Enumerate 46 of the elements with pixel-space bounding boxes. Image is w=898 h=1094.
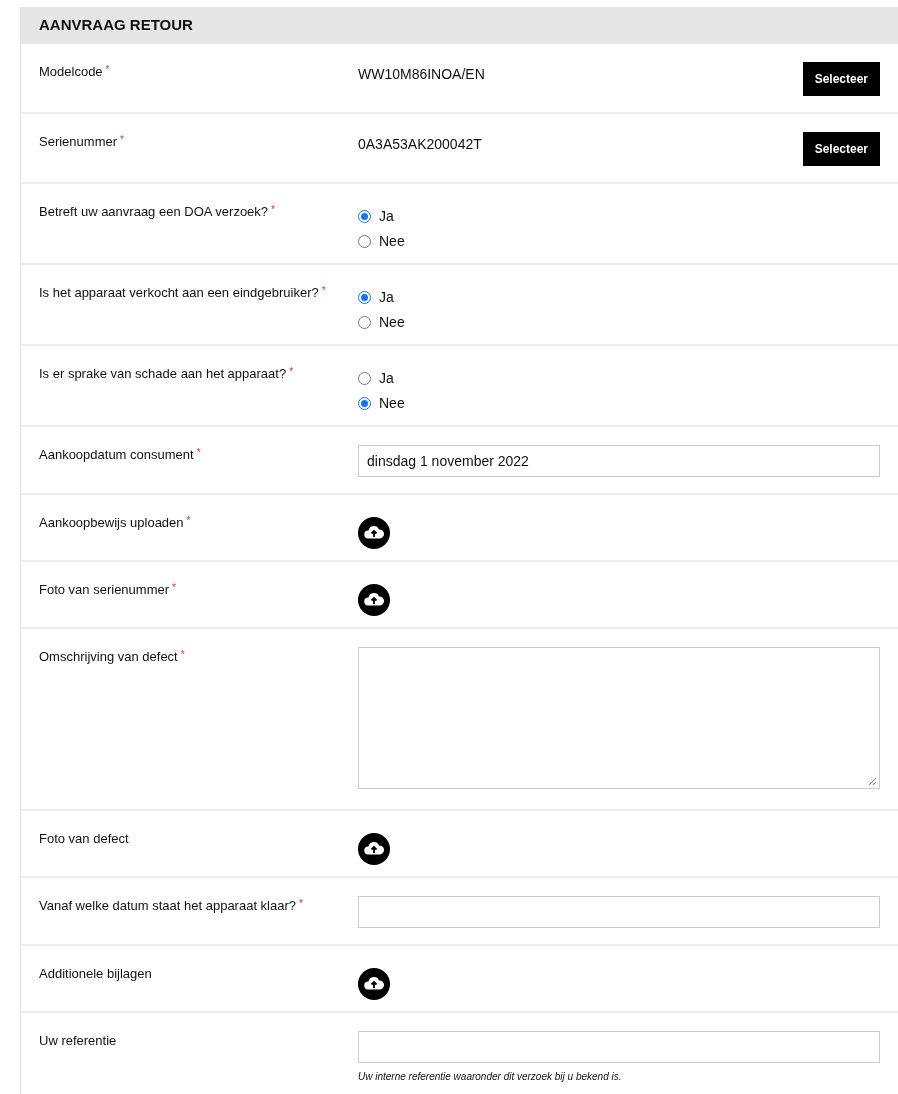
input-field[interactable] <box>358 1031 880 1063</box>
field-label: Vanaf welke datum staat het apparaat klaar? <box>39 898 297 913</box>
option-label: Nee <box>379 394 405 413</box>
field-label: Is het apparaat verkocht aan een eindgebruiker? <box>39 285 319 300</box>
help-text: Uw interne referentie waaronder dit verzoek bij u bekend is. <box>358 1070 623 1084</box>
field-label: Additionele bijlagen <box>39 966 152 981</box>
field-label: Foto van serienummer <box>39 582 170 597</box>
required-mark: * <box>180 649 185 660</box>
field-label: Aankoopbewijs uploaden <box>39 515 184 530</box>
option-label: Nee <box>379 232 405 251</box>
select-button[interactable]: Selecteer <box>802 132 880 166</box>
field-label: Aankoopdatum consument <box>39 447 194 462</box>
field-value: WW10M86INOA/EN <box>358 65 485 84</box>
option-label: Ja <box>379 288 394 307</box>
required-mark: * <box>186 515 191 526</box>
cloud-upload-icon[interactable] <box>358 584 390 616</box>
required-mark: * <box>299 898 303 909</box>
option-label: Ja <box>379 369 394 388</box>
input-field[interactable]: dinsdag 1 november 2022 <box>358 445 880 477</box>
radio-button[interactable] <box>358 235 371 248</box>
section-header: AANVRAAG RETOUR <box>21 7 898 44</box>
resize-handle-icon[interactable] <box>868 777 877 786</box>
field-label: Uw referentie <box>39 1033 117 1048</box>
cloud-upload-icon[interactable] <box>358 968 390 1000</box>
required-mark: * <box>120 134 124 145</box>
field-value: 0A3A53AK200042T <box>358 135 482 154</box>
cloud-upload-icon[interactable] <box>358 517 390 549</box>
radio-button[interactable] <box>358 372 371 385</box>
field-label: Serienummer <box>39 134 118 149</box>
required-mark: * <box>172 582 176 593</box>
radio-button[interactable] <box>358 316 371 329</box>
cloud-upload-icon[interactable] <box>358 833 390 865</box>
field-label: Is er sprake van schade aan het apparaat? <box>39 366 287 381</box>
required-mark: * <box>196 447 201 458</box>
required-mark: * <box>289 366 294 377</box>
option-label: Nee <box>379 313 405 332</box>
field-label: Betreft uw aanvraag een DOA verzoek? <box>39 204 269 219</box>
field-label: Omschrijving van defect <box>39 649 178 664</box>
required-mark: * <box>321 285 326 296</box>
required-mark: * <box>105 64 110 75</box>
field-label: Foto van defect <box>39 831 129 846</box>
field-label: Modelcode <box>39 64 103 79</box>
option-label: Ja <box>379 207 394 226</box>
required-mark: * <box>271 204 275 215</box>
select-button[interactable]: Selecteer <box>802 62 880 96</box>
input-field[interactable] <box>358 896 880 928</box>
